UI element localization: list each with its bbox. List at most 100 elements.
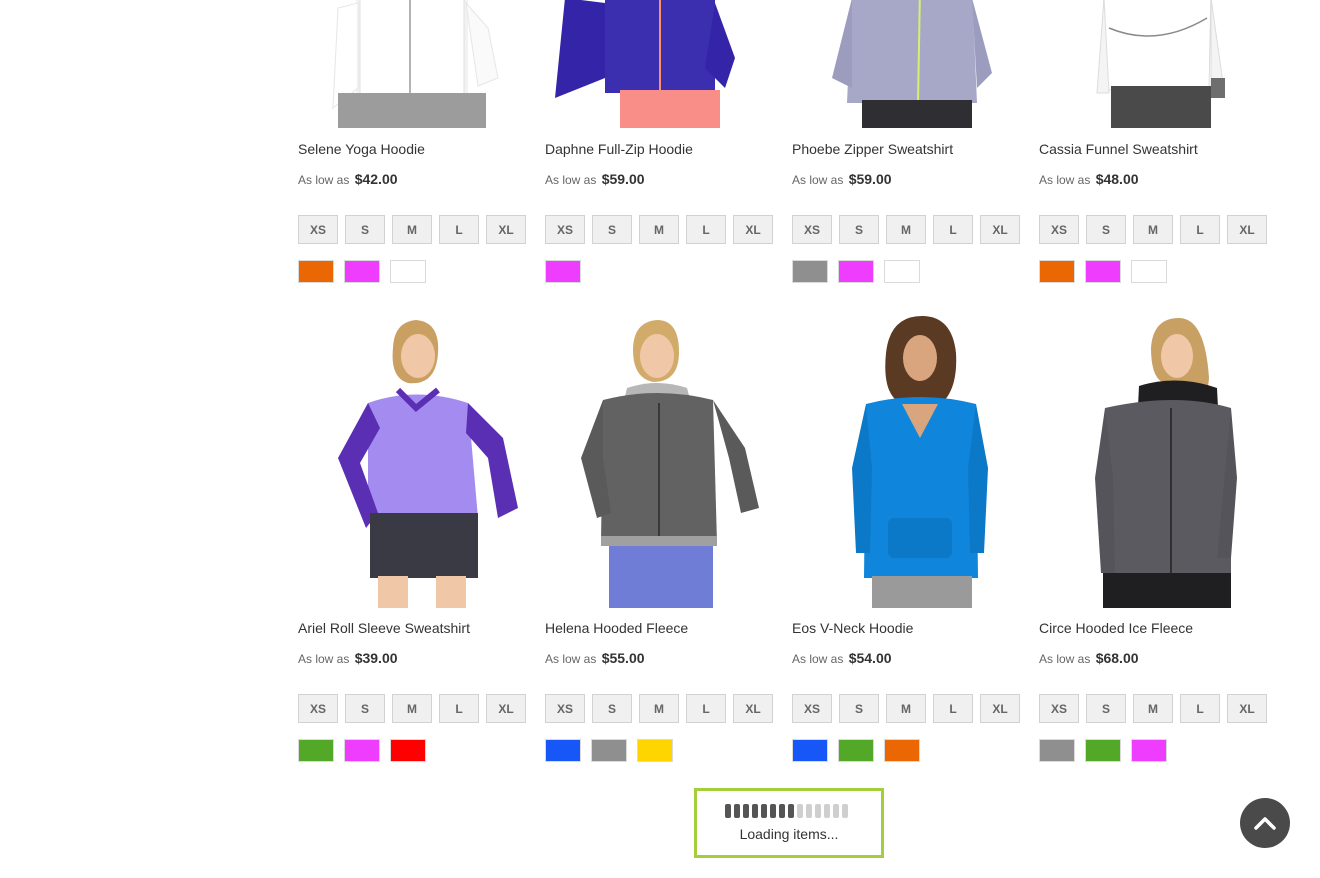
product-image[interactable] xyxy=(1039,0,1267,128)
product-name[interactable]: Eos V-Neck Hoodie xyxy=(792,620,913,636)
color-swatch-yellow[interactable] xyxy=(637,739,673,762)
product-row: Ariel Roll Sleeve Sweatshirt As low as $… xyxy=(298,308,1288,768)
size-option-xl[interactable]: XL xyxy=(980,215,1020,244)
product-image[interactable] xyxy=(1039,308,1267,608)
size-option-s[interactable]: S xyxy=(592,694,632,723)
color-swatch-orange[interactable] xyxy=(1039,260,1075,283)
color-swatch-blue[interactable] xyxy=(545,739,581,762)
size-option-m[interactable]: M xyxy=(392,694,432,723)
size-options: XS S M L XL xyxy=(1039,215,1267,244)
color-swatch-white[interactable] xyxy=(1131,260,1167,283)
size-option-m[interactable]: M xyxy=(639,215,679,244)
color-swatch-blue[interactable] xyxy=(792,739,828,762)
size-option-xl[interactable]: XL xyxy=(1227,694,1267,723)
product-name[interactable]: Selene Yoga Hoodie xyxy=(298,141,425,157)
product-price: As low as $39.00 xyxy=(298,650,398,666)
size-option-l[interactable]: L xyxy=(933,694,973,723)
color-swatch-purple[interactable] xyxy=(1131,739,1167,762)
product-image[interactable] xyxy=(545,308,773,608)
color-swatch-white[interactable] xyxy=(390,260,426,283)
size-option-xs[interactable]: XS xyxy=(1039,215,1079,244)
size-option-l[interactable]: L xyxy=(933,215,973,244)
back-to-top-button[interactable] xyxy=(1240,798,1290,848)
chevron-up-icon xyxy=(1254,817,1276,830)
size-option-xl[interactable]: XL xyxy=(1227,215,1267,244)
size-option-xs[interactable]: XS xyxy=(545,694,585,723)
size-option-s[interactable]: S xyxy=(345,215,385,244)
color-swatch-green[interactable] xyxy=(298,739,334,762)
size-option-m[interactable]: M xyxy=(639,694,679,723)
color-swatch-gray[interactable] xyxy=(591,739,627,762)
size-option-m[interactable]: M xyxy=(1133,215,1173,244)
color-options xyxy=(792,260,920,283)
color-swatch-purple[interactable] xyxy=(1085,260,1121,283)
size-options: XS S M L XL xyxy=(545,694,773,723)
color-swatch-gray[interactable] xyxy=(1039,739,1075,762)
size-option-xs[interactable]: XS xyxy=(792,694,832,723)
color-swatch-purple[interactable] xyxy=(344,260,380,283)
product-name[interactable]: Circe Hooded Ice Fleece xyxy=(1039,620,1193,636)
product-image[interactable] xyxy=(792,0,1020,128)
size-option-l[interactable]: L xyxy=(439,694,479,723)
price-amount: $39.00 xyxy=(354,650,398,666)
product-price: As low as $59.00 xyxy=(792,171,892,187)
product-photo xyxy=(555,0,735,128)
product-image[interactable] xyxy=(545,0,773,128)
product-image[interactable] xyxy=(298,308,526,608)
size-option-l[interactable]: L xyxy=(1180,215,1220,244)
size-option-s[interactable]: S xyxy=(839,215,879,244)
price-amount: $54.00 xyxy=(848,650,892,666)
product-price: As low as $54.00 xyxy=(792,650,892,666)
size-option-l[interactable]: L xyxy=(686,215,726,244)
loading-spinner-icon xyxy=(725,804,848,818)
size-option-xs[interactable]: XS xyxy=(1039,694,1079,723)
size-option-xs[interactable]: XS xyxy=(545,215,585,244)
color-swatch-purple[interactable] xyxy=(838,260,874,283)
size-option-s[interactable]: S xyxy=(1086,215,1126,244)
size-option-xl[interactable]: XL xyxy=(486,215,526,244)
product-name[interactable]: Phoebe Zipper Sweatshirt xyxy=(792,141,953,157)
size-option-xl[interactable]: XL xyxy=(733,694,773,723)
size-options: XS S M L XL xyxy=(298,694,526,723)
product-image[interactable] xyxy=(298,0,526,128)
color-swatch-orange[interactable] xyxy=(298,260,334,283)
color-options xyxy=(298,739,426,762)
size-option-xs[interactable]: XS xyxy=(298,694,338,723)
size-option-s[interactable]: S xyxy=(345,694,385,723)
color-swatch-orange[interactable] xyxy=(884,739,920,762)
size-option-s[interactable]: S xyxy=(592,215,632,244)
color-options xyxy=(1039,739,1167,762)
product-name[interactable]: Ariel Roll Sleeve Sweatshirt xyxy=(298,620,470,636)
color-swatch-gray[interactable] xyxy=(792,260,828,283)
size-option-m[interactable]: M xyxy=(886,215,926,244)
size-option-m[interactable]: M xyxy=(886,694,926,723)
product-price: As low as $55.00 xyxy=(545,650,645,666)
size-option-l[interactable]: L xyxy=(1180,694,1220,723)
price-amount: $48.00 xyxy=(1095,171,1139,187)
price-amount: $68.00 xyxy=(1095,650,1139,666)
size-option-xs[interactable]: XS xyxy=(298,215,338,244)
size-option-l[interactable]: L xyxy=(686,694,726,723)
size-option-l[interactable]: L xyxy=(439,215,479,244)
product-image[interactable] xyxy=(792,308,1020,608)
product-name[interactable]: Helena Hooded Fleece xyxy=(545,620,688,636)
size-option-xl[interactable]: XL xyxy=(733,215,773,244)
size-option-s[interactable]: S xyxy=(839,694,879,723)
size-options: XS S M L XL xyxy=(792,694,1020,723)
size-options: XS S M L XL xyxy=(1039,694,1267,723)
size-option-xl[interactable]: XL xyxy=(980,694,1020,723)
color-swatch-purple[interactable] xyxy=(545,260,581,283)
size-option-s[interactable]: S xyxy=(1086,694,1126,723)
color-swatch-red[interactable] xyxy=(390,739,426,762)
size-option-m[interactable]: M xyxy=(1133,694,1173,723)
color-swatch-green[interactable] xyxy=(838,739,874,762)
size-options: XS S M L XL xyxy=(545,215,773,244)
color-swatch-white[interactable] xyxy=(884,260,920,283)
color-swatch-purple[interactable] xyxy=(344,739,380,762)
size-option-xl[interactable]: XL xyxy=(486,694,526,723)
size-option-m[interactable]: M xyxy=(392,215,432,244)
product-name[interactable]: Cassia Funnel Sweatshirt xyxy=(1039,141,1198,157)
color-swatch-green[interactable] xyxy=(1085,739,1121,762)
product-name[interactable]: Daphne Full-Zip Hoodie xyxy=(545,141,693,157)
size-option-xs[interactable]: XS xyxy=(792,215,832,244)
